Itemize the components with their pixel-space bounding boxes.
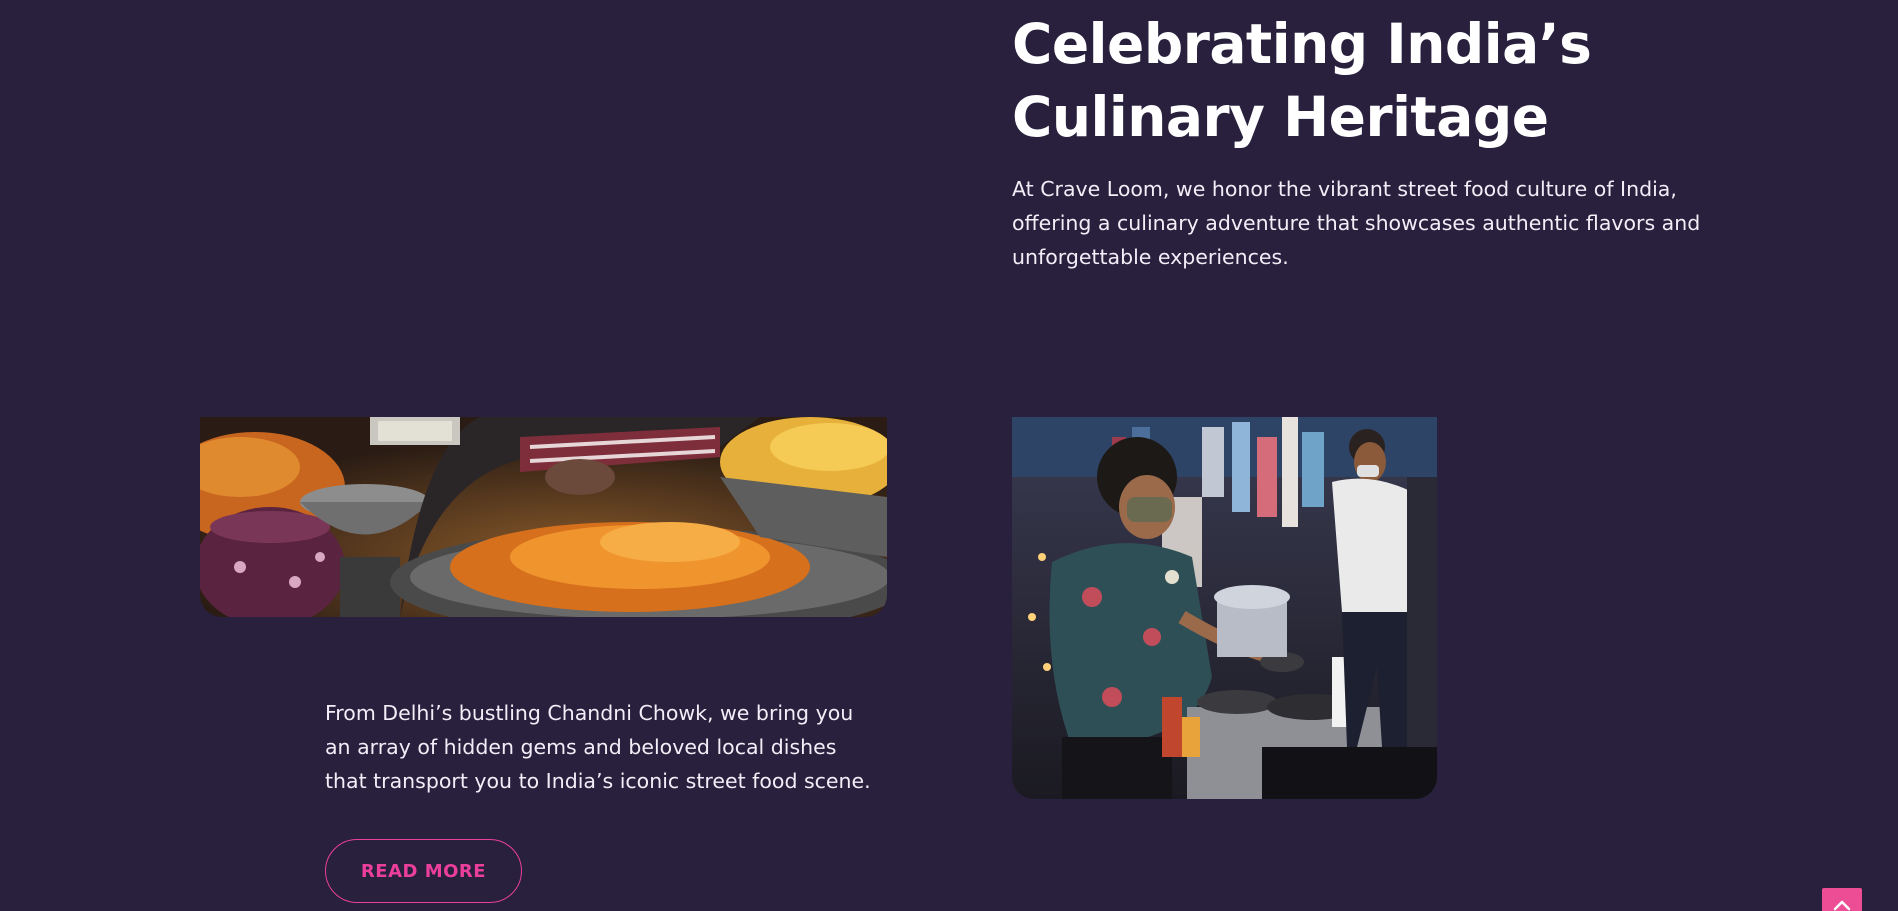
chevron-up-icon [1833, 900, 1851, 911]
street-snacks-image [200, 417, 887, 617]
page: Celebrating India’s Culinary Heritage At… [0, 0, 1898, 911]
scroll-to-top-button[interactable] [1822, 888, 1862, 911]
story-text: From Delhi’s bustling Chandni Chowk, we … [325, 701, 871, 793]
read-more-button[interactable]: READ MORE [325, 839, 522, 903]
street-food-stall-image [1012, 417, 1437, 799]
section-description: At Crave Loom, we honor the vibrant stre… [1012, 177, 1701, 269]
section-title: Celebrating India’s Culinary Heritage [1012, 12, 1592, 149]
